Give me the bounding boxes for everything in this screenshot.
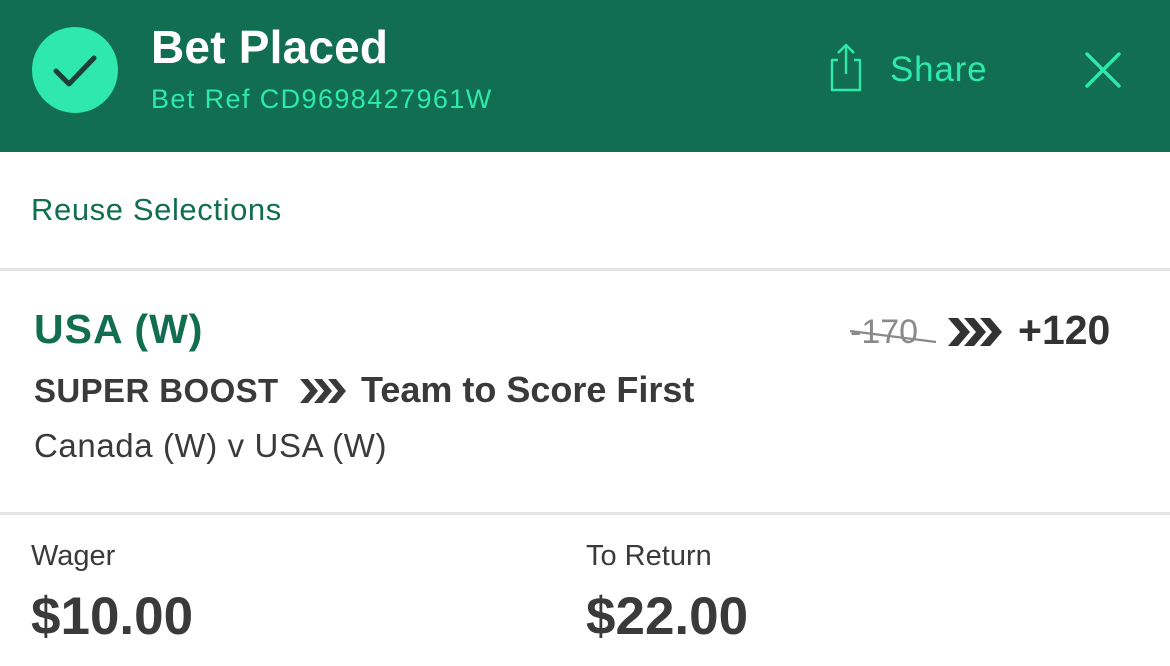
event-name: Canada (W) v USA (W): [34, 427, 388, 464]
share-button[interactable]: Share: [822, 36, 1002, 100]
check-icon: [32, 27, 118, 113]
confirmation-header: Bet Placed Bet Ref CD9698427961W Share: [0, 0, 1170, 152]
market-name: Team to Score First: [361, 369, 695, 410]
wager-label: Wager: [31, 540, 116, 572]
to-return-amount: $22.00: [586, 587, 749, 646]
reuse-selections-link[interactable]: Reuse Selections: [31, 192, 282, 228]
boosted-odds: +120: [1018, 307, 1111, 353]
divider: [0, 512, 1170, 515]
wager-amount: $10.00: [31, 587, 194, 646]
close-button[interactable]: [1075, 42, 1131, 98]
boost-arrows-icon: [300, 379, 346, 403]
page-title: Bet Placed: [151, 21, 389, 73]
to-return-label: To Return: [586, 540, 712, 572]
bet-reference: Bet Ref CD9698427961W: [151, 84, 493, 114]
share-icon: [826, 42, 866, 99]
odds-strikethrough: [849, 329, 937, 344]
share-label: Share: [890, 50, 988, 89]
boost-arrows-icon: [948, 318, 1002, 346]
divider: [0, 268, 1170, 271]
super-boost-label: SUPER BOOST: [34, 372, 279, 409]
close-icon: [1085, 52, 1121, 88]
selection-name: USA (W): [34, 306, 204, 352]
